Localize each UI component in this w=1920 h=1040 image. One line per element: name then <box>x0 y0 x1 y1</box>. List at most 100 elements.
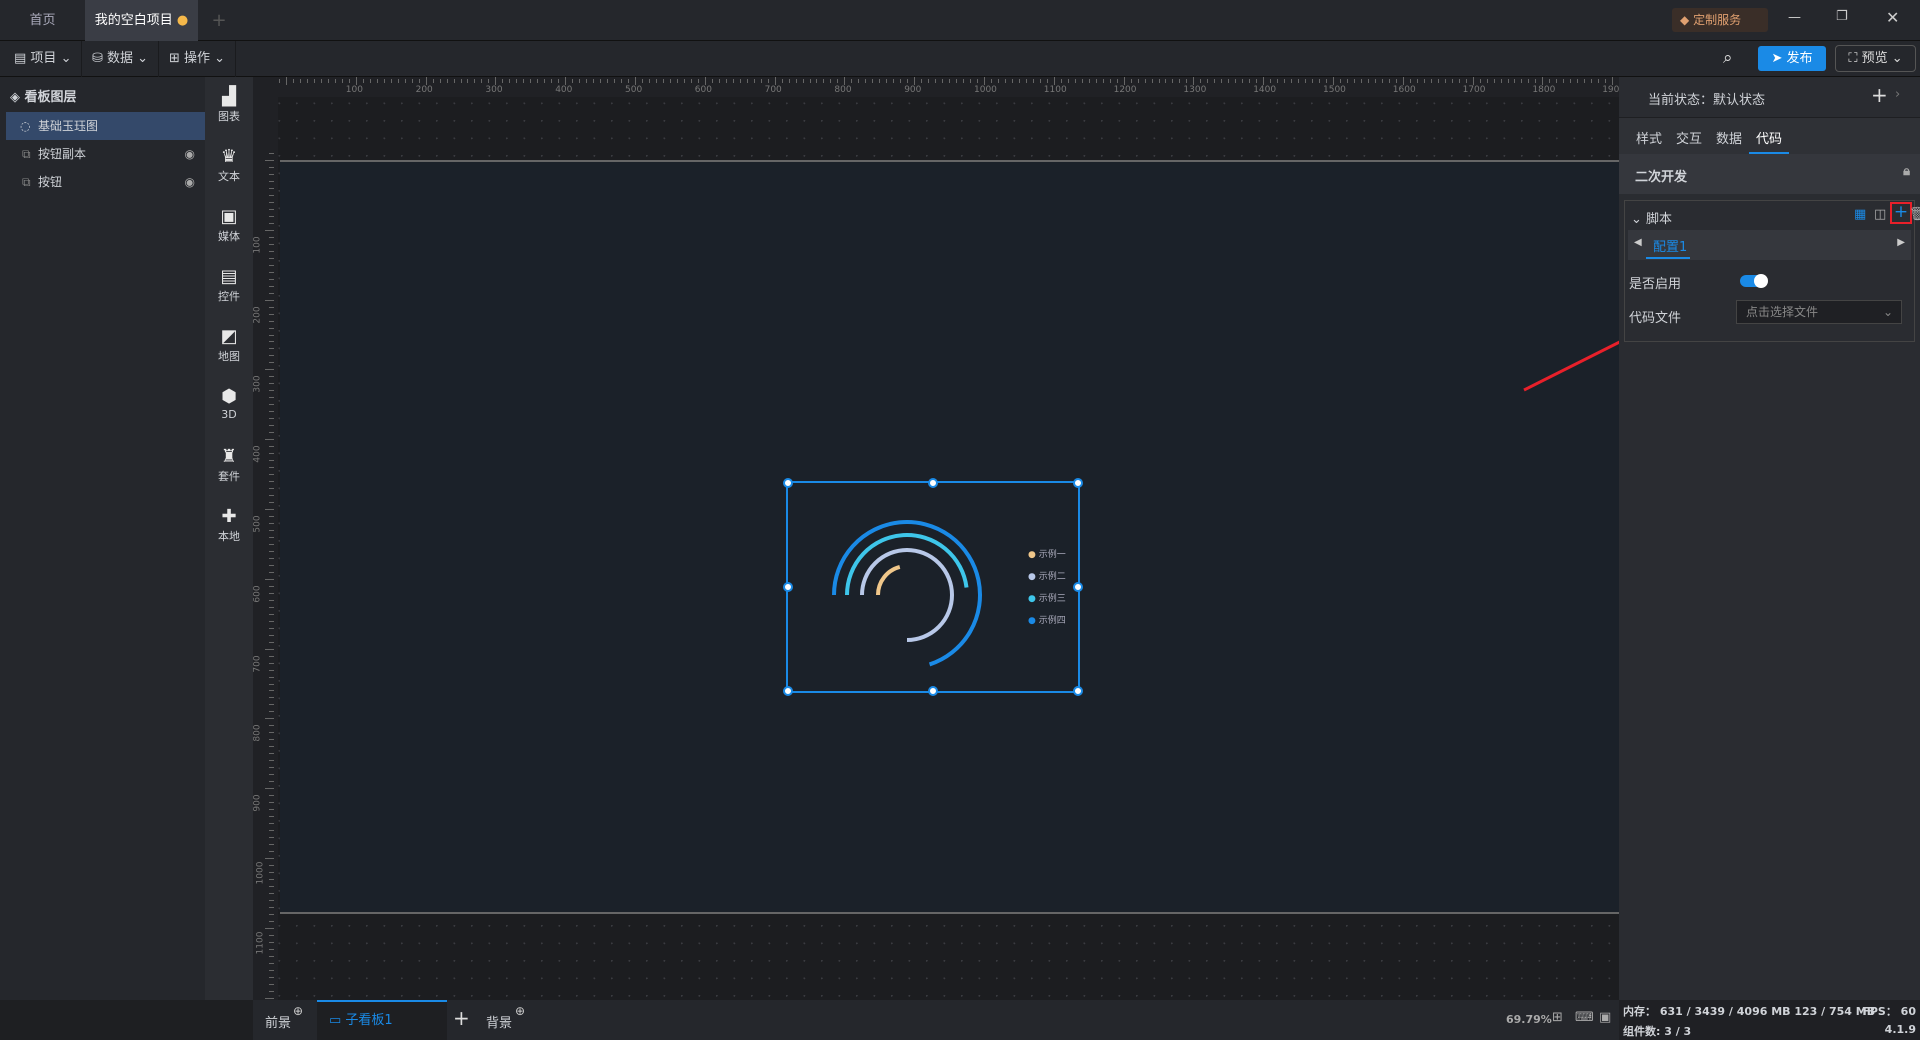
secondary-dev-section: 二次开发 🔒︎ <box>1619 154 1920 194</box>
layer-label: 按钮副本 <box>38 147 87 161</box>
operate-menu[interactable]: ⊞ 操作 ⌄ <box>159 41 237 77</box>
layout-icon[interactable]: ▦ <box>1854 207 1866 222</box>
chevron-right-icon[interactable]: › <box>1895 87 1900 102</box>
widget-0[interactable]: ▟ 图表 <box>205 86 253 124</box>
script-panel: ⌄ 脚本 ▦ ◫ + 🗑︎ ◀ 配置1 ▶ 是否启用 代码文件 点击选择文件 ⌄ <box>1624 200 1920 342</box>
close-button[interactable]: ✕ <box>1886 8 1899 27</box>
console-icon[interactable]: ▣ <box>1599 1010 1611 1025</box>
property-tabs: 样式 交互 数据 代码 <box>1619 117 1920 154</box>
scroll-right-icon[interactable]: ▶ <box>1897 237 1905 248</box>
columns-icon[interactable]: ◫ <box>1874 207 1886 222</box>
widget-label: 控件 <box>218 290 240 303</box>
widget-icon: ♛ <box>220 146 238 167</box>
add-foreground-icon[interactable]: ⊕ <box>293 1004 303 1018</box>
add-background-icon[interactable]: ⊕ <box>515 1004 525 1018</box>
widget-label: 地图 <box>218 350 240 363</box>
current-state: 当前状态：默认状态 <box>1648 93 1766 108</box>
data-label: 数据 <box>107 51 134 66</box>
toolbar: ▤ 项目 ⌄ ⛁ 数据 ⌄ ⊞ 操作 ⌄ ⌕ ➤ 发布 ⛶ 预览 ⌄ <box>0 41 1920 77</box>
widget-2[interactable]: ▣ 媒体 <box>205 206 253 244</box>
data-menu[interactable]: ⛁ 数据 ⌄ <box>82 41 160 77</box>
delete-icon[interactable]: 🗑︎ <box>1909 207 1920 222</box>
add-subboard-button[interactable]: + <box>453 1006 470 1030</box>
foreground-tab[interactable]: 前景 <box>265 1012 291 1031</box>
config-tabs: ◀ 配置1 ▶ <box>1628 230 1911 260</box>
chevron-down-icon: ⌄ <box>1882 305 1893 319</box>
canvas-area[interactable]: 100 200 300 400 500 600 700 800 900 1000 1100 1200 1… <box>253 77 1619 1000</box>
enable-toggle[interactable] <box>1740 274 1768 288</box>
layer-item[interactable]: ⧉ 按钮 ◉ <box>6 168 205 196</box>
script-header[interactable]: ⌄ 脚本 <box>1631 208 1672 227</box>
tab-style[interactable]: 样式 <box>1636 128 1662 147</box>
widget-1[interactable]: ♛ 文本 <box>205 146 253 184</box>
hidden-eye-icon[interactable]: ◉ <box>185 168 195 196</box>
widget-label: 套件 <box>218 470 240 483</box>
widget-3[interactable]: ▤ 控件 <box>205 266 253 304</box>
code-file-select[interactable]: 点击选择文件 ⌄ <box>1736 300 1902 324</box>
enable-label: 是否启用 <box>1629 277 1682 292</box>
layer-item[interactable]: ◌ 基础玉珏图 <box>6 112 205 140</box>
tab-code[interactable]: 代码 <box>1756 128 1782 147</box>
layer-label: 基础玉珏图 <box>38 119 99 133</box>
custom-service-label: 定制服务 <box>1693 13 1742 27</box>
config-tab-indicator <box>1646 257 1690 259</box>
properties-panel: 当前状态：默认状态 + › 样式 交互 数据 代码 二次开发 🔒︎ ⌄ 脚本 ▦… <box>1619 77 1920 1000</box>
publish-button[interactable]: ➤ 发布 <box>1758 46 1826 71</box>
project-menu[interactable]: ▤ 项目 ⌄ <box>4 41 83 77</box>
operate-label: 操作 <box>184 51 211 66</box>
custom-service-button[interactable]: ◆ 定制服务 <box>1672 8 1768 32</box>
tab-data[interactable]: 数据 <box>1716 128 1742 147</box>
widget-6[interactable]: ♜ 套件 <box>205 446 253 484</box>
section-title: 二次开发 <box>1635 170 1688 185</box>
widget-7[interactable]: ✚ 本地 <box>205 506 253 544</box>
widget-label: 文本 <box>218 170 240 183</box>
keyboard-icon[interactable]: ⌨ <box>1575 1010 1594 1025</box>
scroll-left-icon[interactable]: ◀ <box>1634 237 1642 248</box>
ring-chart-icon: ◌ <box>20 119 31 133</box>
layers-title: ◈ 看板图层 <box>10 90 77 105</box>
add-state-button[interactable]: + <box>1871 83 1888 107</box>
widget-bar: ▟ 图表 ♛ 文本 ▣ 媒体 ▤ 控件 ◩ 地图 ⬢ 3D ♜ 套件 ✚ 本地 <box>205 77 253 1000</box>
preview-button[interactable]: ⛶ 预览 ⌄ <box>1835 45 1916 72</box>
script-label: 脚本 <box>1646 212 1673 227</box>
minimize-button[interactable]: — <box>1788 10 1801 25</box>
lock-icon[interactable]: 🔒︎ <box>1903 164 1910 179</box>
tab-home[interactable]: 首页 <box>0 0 85 41</box>
component-count: 组件数: 3 / 3 <box>1623 1025 1692 1038</box>
publish-label: 发布 <box>1786 51 1813 66</box>
widget-icon: ▟ <box>222 86 236 107</box>
tab-bar: 首页 我的空白项目 ● + ◆ 定制服务 — ❐ ✕ <box>0 0 1920 41</box>
code-file-label: 代码文件 <box>1629 311 1682 326</box>
widget-icon: ▣ <box>220 206 238 227</box>
preview-label: 预览 <box>1861 51 1888 66</box>
new-tab-button[interactable]: + <box>205 0 233 41</box>
bottom-bar: 前景 ⊕ ▭ 子看板1 + 背景 ⊕ 69.79% ⊞ ⌨ ▣ <box>253 1000 1619 1040</box>
code-file-placeholder: 点击选择文件 <box>1746 305 1819 319</box>
config-tab[interactable]: 配置1 <box>1653 236 1687 255</box>
hidden-eye-icon[interactable]: ◉ <box>185 140 195 168</box>
version: 4.1.9 <box>1884 1023 1916 1036</box>
widget-icon: ✚ <box>221 506 237 527</box>
widget-icon: ▤ <box>220 266 238 287</box>
annotation-arrow <box>1523 340 1619 392</box>
status-bar: 内存： 631 / 3439 / 4096 MB 123 / 754 MB FP… <box>1619 1000 1920 1040</box>
fit-screen-icon[interactable]: ⊞ <box>1552 1010 1563 1025</box>
layers-panel: ◈ 看板图层 ◌ 基础玉珏图 ⧉ 按钮副本 ◉ ⧉ 按钮 ◉ <box>0 77 205 1000</box>
tab-interaction[interactable]: 交互 <box>1676 128 1702 147</box>
layers-title-text: 看板图层 <box>24 90 77 105</box>
diamond-icon: ◆ <box>1680 13 1690 27</box>
widget-5[interactable]: ⬢ 3D <box>205 386 253 421</box>
button-icon: ⧉ <box>22 147 31 161</box>
subboard-label: 子看板1 <box>345 1013 393 1028</box>
layer-item[interactable]: ⧉ 按钮副本 ◉ <box>6 140 205 168</box>
widget-4[interactable]: ◩ 地图 <box>205 326 253 364</box>
subboard-tab[interactable]: ▭ 子看板1 <box>317 1000 447 1040</box>
widget-label: 图表 <box>218 110 240 123</box>
widget-icon: ⬢ <box>221 386 237 407</box>
restore-button[interactable]: ❐ <box>1836 9 1848 24</box>
tab-project[interactable]: 我的空白项目 ● <box>85 0 198 41</box>
project-label: 项目 <box>30 51 57 66</box>
background-tab[interactable]: 背景 <box>486 1012 512 1031</box>
widget-label: 本地 <box>218 530 240 543</box>
search-icon[interactable]: ⌕ <box>1723 48 1733 68</box>
